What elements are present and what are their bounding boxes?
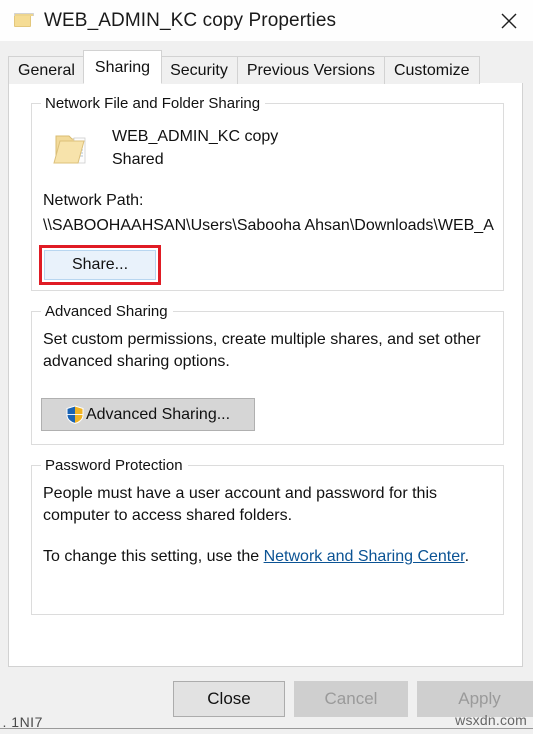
password-protection-group: Password Protection People must have a u…: [31, 457, 504, 615]
group-title-advanced: Advanced Sharing: [41, 303, 173, 320]
password-protection-change-line: To change this setting, use the Network …: [43, 548, 469, 566]
dialog-button-bar: Close Cancel Apply: [0, 679, 533, 721]
network-path-label: Network Path:: [43, 192, 143, 210]
advanced-sharing-group: Advanced Sharing Set custom permissions,…: [31, 303, 504, 445]
tab-sharing[interactable]: Sharing: [83, 50, 162, 84]
network-and-sharing-center-link[interactable]: Network and Sharing Center: [264, 548, 465, 565]
share-button-highlight: Share...: [39, 245, 161, 285]
properties-dialog: WEB_ADMIN_KC copy Properties General Sha…: [0, 0, 533, 734]
close-button[interactable]: Close: [173, 681, 285, 717]
folder-icon: [51, 127, 95, 171]
title-bar: WEB_ADMIN_KC copy Properties: [0, 0, 533, 41]
advanced-sharing-button-label: Advanced Sharing...: [86, 406, 230, 424]
tab-strip: General Sharing Security Previous Versio…: [0, 41, 533, 84]
tab-security[interactable]: Security: [160, 56, 238, 84]
tab-previous-versions[interactable]: Previous Versions: [237, 56, 385, 84]
share-button[interactable]: Share...: [44, 250, 156, 280]
window-title: WEB_ADMIN_KC copy Properties: [44, 10, 336, 32]
change-setting-prefix: To change this setting, use the: [43, 548, 264, 565]
advanced-sharing-description: Set custom permissions, create multiple …: [43, 329, 483, 373]
cancel-button: Cancel: [294, 681, 408, 717]
shared-folder-name: WEB_ADMIN_KC copy: [112, 128, 278, 146]
advanced-sharing-button[interactable]: Advanced Sharing...: [41, 398, 255, 431]
group-title-network: Network File and Folder Sharing: [41, 95, 265, 112]
password-protection-description: People must have a user account and pass…: [43, 483, 473, 527]
tab-general[interactable]: General: [8, 56, 85, 84]
sharing-tab-panel: Network File and Folder Sharing WEB_ADMI…: [8, 83, 523, 667]
change-setting-suffix: .: [465, 548, 469, 565]
network-path-value: \\SABOOHAAHSAN\Users\Sabooha Ahsan\Downl…: [43, 217, 505, 235]
clipped-artifact-text: , 1NI7: [2, 714, 43, 727]
bottom-rule: [0, 728, 533, 729]
folder-icon: [14, 13, 32, 28]
group-title-password: Password Protection: [41, 457, 188, 474]
uac-shield-icon: [66, 405, 84, 424]
watermark: wsxdn.com: [455, 712, 527, 728]
tab-customize[interactable]: Customize: [384, 56, 480, 84]
shared-folder-state: Shared: [112, 151, 164, 169]
network-file-and-folder-sharing-group: Network File and Folder Sharing WEB_ADMI…: [31, 95, 504, 291]
close-icon[interactable]: [485, 0, 533, 41]
